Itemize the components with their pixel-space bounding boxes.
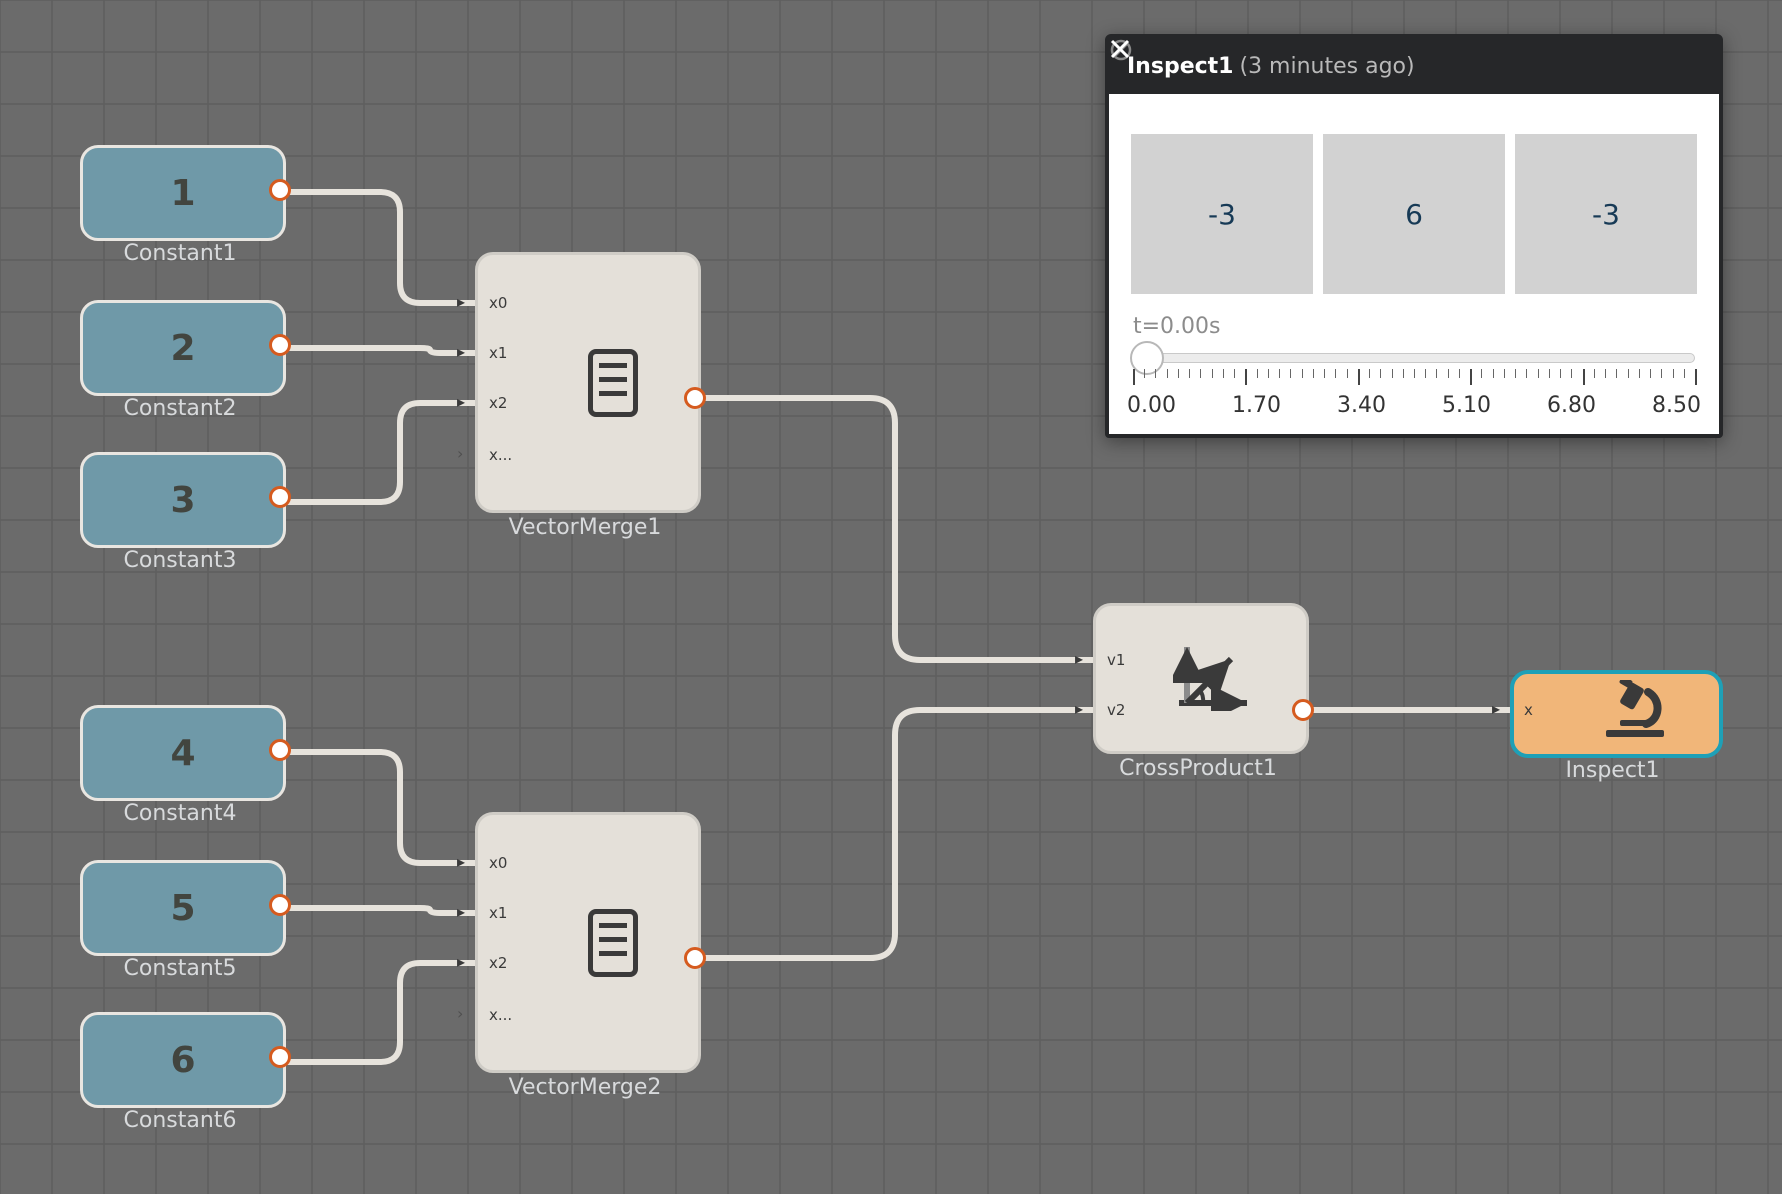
input-port-arrow[interactable]: ▸ [1075, 699, 1083, 718]
tick-label: 0.00 [1127, 393, 1176, 418]
constant-node-c2[interactable]: 2 [80, 300, 286, 396]
inspector-value-1: 6 [1323, 134, 1505, 294]
port-label: x1 [489, 344, 507, 362]
node-label: VectorMerge1 [509, 515, 662, 540]
out-port-cross[interactable] [1292, 699, 1314, 721]
out-port-c5[interactable] [269, 894, 291, 916]
microscope-icon [1600, 680, 1670, 740]
node-label: Constant4 [124, 801, 237, 826]
tick-label: 6.80 [1547, 393, 1596, 418]
constant-node-c3[interactable]: 3 [80, 452, 286, 548]
input-port-arrow[interactable]: ▸ [1075, 649, 1083, 668]
out-port-vm1[interactable] [684, 387, 706, 409]
input-port-arrow[interactable]: ▸ [457, 952, 465, 971]
edge[interactable] [698, 710, 1093, 958]
inspector-values: -3 6 -3 [1109, 94, 1719, 314]
inspector-value-0: -3 [1131, 134, 1313, 294]
constant-node-c1[interactable]: 1 [80, 145, 286, 241]
tick-label: 3.40 [1337, 393, 1386, 418]
node-label: VectorMerge2 [509, 1075, 662, 1100]
port-label: v1 [1107, 651, 1125, 669]
node-label: Constant1 [124, 241, 237, 266]
input-port-arrow[interactable]: ▸ [457, 852, 465, 871]
inspector-value-2: -3 [1515, 134, 1697, 294]
time-slider[interactable] [1133, 353, 1695, 363]
node-label: Constant3 [124, 548, 237, 573]
time-ruler [1133, 369, 1695, 393]
input-port-arrow[interactable]: › [457, 1004, 463, 1023]
merge-icon [588, 909, 638, 977]
constant-node-c6[interactable]: 6 [80, 1012, 286, 1108]
inspector-time-label: t=0.00s [1109, 314, 1719, 343]
out-port-c3[interactable] [269, 486, 291, 508]
out-port-c4[interactable] [269, 739, 291, 761]
input-port-arrow[interactable]: ▸ [457, 902, 465, 921]
tick-label: 1.70 [1232, 393, 1281, 418]
merge-icon [588, 349, 638, 417]
close-icon[interactable] [1675, 53, 1701, 79]
time-tick-labels: 0.00 1.70 3.40 5.10 6.80 8.50 [1109, 393, 1719, 434]
out-port-c2[interactable] [269, 334, 291, 356]
input-port-arrow[interactable]: › [457, 444, 463, 463]
inspector-header[interactable]: Inspect1 (3 minutes ago) [1109, 38, 1719, 94]
edge[interactable] [698, 398, 1093, 660]
node-label: Constant6 [124, 1108, 237, 1133]
tick-label: 8.50 [1652, 393, 1701, 418]
port-label: v2 [1107, 701, 1125, 719]
input-port-arrow[interactable]: ▸ [1492, 699, 1500, 718]
vector-merge-node-vm2[interactable] [475, 812, 701, 1073]
port-label: x... [489, 446, 512, 464]
node-label: Inspect1 [1565, 758, 1659, 783]
input-port-arrow[interactable]: ▸ [457, 392, 465, 411]
inspector-subtitle: (3 minutes ago) [1239, 54, 1414, 79]
constant-node-c5[interactable]: 5 [80, 860, 286, 956]
port-label: x0 [489, 294, 507, 312]
port-label: x2 [489, 954, 507, 972]
vector-merge-node-vm1[interactable] [475, 252, 701, 513]
node-label: Constant5 [124, 956, 237, 981]
disable-icon[interactable] [1629, 53, 1655, 79]
port-label: x2 [489, 394, 507, 412]
out-port-c6[interactable] [269, 1046, 291, 1068]
input-port-arrow[interactable]: ▸ [457, 342, 465, 361]
node-label: CrossProduct1 [1119, 756, 1277, 781]
port-label: x [1524, 701, 1533, 719]
cross-product-icon [1173, 641, 1253, 711]
node-label: Constant2 [124, 396, 237, 421]
inspector-panel[interactable]: Inspect1 (3 minutes ago) -3 6 -3 t=0.00s… [1105, 34, 1723, 438]
port-label: x0 [489, 854, 507, 872]
out-port-vm2[interactable] [684, 947, 706, 969]
node-canvas[interactable]: Inspect1 (3 minutes ago) -3 6 -3 t=0.00s… [0, 0, 1782, 1194]
out-port-c1[interactable] [269, 179, 291, 201]
tick-label: 5.10 [1442, 393, 1491, 418]
port-label: x1 [489, 904, 507, 922]
input-port-arrow[interactable]: ▸ [457, 292, 465, 311]
inspector-title: Inspect1 [1127, 54, 1233, 79]
port-label: x... [489, 1006, 512, 1024]
constant-node-c4[interactable]: 4 [80, 705, 286, 801]
